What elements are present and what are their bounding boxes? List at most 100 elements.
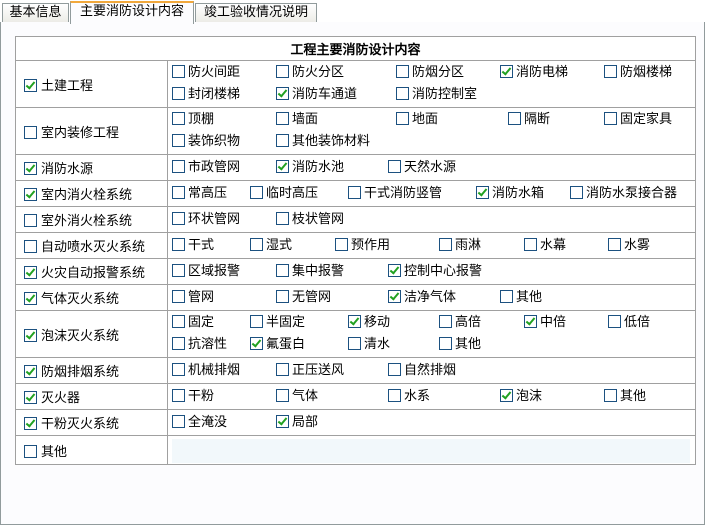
- checkbox-unchecked-icon[interactable]: [172, 289, 185, 303]
- category-checkbox[interactable]: 室内装修工程: [24, 125, 119, 141]
- checkbox-checked-icon[interactable]: [500, 65, 513, 78]
- checkbox-unchecked-icon[interactable]: [276, 134, 289, 147]
- checkbox-unchecked-icon[interactable]: [388, 362, 401, 376]
- checkbox-unchecked-icon[interactable]: [172, 414, 185, 428]
- category-checkbox[interactable]: 其他: [24, 444, 67, 460]
- checkbox-unchecked-icon[interactable]: [500, 289, 513, 303]
- option-checkbox[interactable]: 正压送风: [276, 360, 344, 382]
- checkbox-unchecked-icon[interactable]: [24, 444, 37, 458]
- option-checkbox[interactable]: 环状管网: [172, 209, 240, 231]
- option-checkbox[interactable]: 市政管网: [172, 157, 240, 179]
- checkbox-unchecked-icon[interactable]: [348, 337, 361, 350]
- option-checkbox[interactable]: 半固定: [250, 312, 305, 334]
- category-checkbox[interactable]: 泡沫灭火系统: [24, 328, 119, 344]
- option-checkbox[interactable]: 消防水泵接合器: [570, 183, 677, 205]
- checkbox-unchecked-icon[interactable]: [508, 112, 521, 125]
- option-checkbox[interactable]: 消防车通道: [276, 84, 357, 106]
- checkbox-unchecked-icon[interactable]: [172, 362, 185, 376]
- option-checkbox[interactable]: 消防电梯: [500, 62, 568, 84]
- category-checkbox[interactable]: 防烟排烟系统: [24, 365, 119, 380]
- option-checkbox[interactable]: 装饰织物: [172, 131, 240, 153]
- option-checkbox[interactable]: 干式消防竖管: [348, 183, 442, 205]
- checkbox-unchecked-icon[interactable]: [396, 87, 409, 100]
- option-checkbox[interactable]: 气体: [276, 386, 318, 408]
- checkbox-unchecked-icon[interactable]: [608, 315, 621, 328]
- checkbox-unchecked-icon[interactable]: [570, 185, 583, 199]
- option-checkbox[interactable]: 局部: [276, 412, 318, 434]
- other-input[interactable]: [172, 439, 690, 463]
- checkbox-unchecked-icon[interactable]: [172, 263, 185, 277]
- category-checkbox[interactable]: 气体灭火系统: [24, 292, 119, 307]
- checkbox-unchecked-icon[interactable]: [172, 211, 185, 225]
- checkbox-unchecked-icon[interactable]: [24, 240, 37, 253]
- option-checkbox[interactable]: 防烟楼梯: [604, 62, 672, 84]
- checkbox-unchecked-icon[interactable]: [24, 125, 37, 139]
- option-checkbox[interactable]: 地面: [396, 109, 438, 131]
- option-checkbox[interactable]: 其他: [604, 386, 646, 408]
- option-checkbox[interactable]: 自然排烟: [388, 360, 456, 382]
- option-checkbox[interactable]: 消防水池: [276, 157, 344, 179]
- checkbox-unchecked-icon[interactable]: [335, 237, 348, 251]
- checkbox-unchecked-icon[interactable]: [604, 388, 617, 402]
- checkbox-unchecked-icon[interactable]: [172, 159, 185, 173]
- checkbox-unchecked-icon[interactable]: [388, 159, 401, 173]
- checkbox-unchecked-icon[interactable]: [524, 237, 537, 251]
- category-checkbox[interactable]: 土建工程: [24, 78, 93, 94]
- option-checkbox[interactable]: 干式: [172, 235, 214, 257]
- option-checkbox[interactable]: 全淹没: [172, 412, 227, 434]
- category-checkbox[interactable]: 灭火器: [24, 391, 80, 406]
- option-checkbox[interactable]: 低倍: [608, 312, 650, 334]
- option-checkbox[interactable]: 湿式: [250, 235, 292, 257]
- category-checkbox[interactable]: 室内消火栓系统: [24, 188, 132, 203]
- checkbox-unchecked-icon[interactable]: [604, 112, 617, 125]
- option-checkbox[interactable]: 清水: [348, 334, 390, 356]
- option-checkbox[interactable]: 预作用: [335, 235, 390, 257]
- option-checkbox[interactable]: 防烟分区: [396, 62, 464, 84]
- category-checkbox[interactable]: 火灾自动报警系统: [24, 266, 145, 281]
- option-checkbox[interactable]: 固定: [172, 312, 214, 334]
- checkbox-unchecked-icon[interactable]: [250, 237, 263, 251]
- checkbox-checked-icon[interactable]: [24, 365, 37, 378]
- checkbox-unchecked-icon[interactable]: [250, 185, 263, 199]
- option-checkbox[interactable]: 集中报警: [276, 261, 344, 283]
- option-checkbox[interactable]: 无管网: [276, 287, 331, 309]
- checkbox-checked-icon[interactable]: [276, 159, 289, 173]
- option-checkbox[interactable]: 其他: [439, 334, 481, 356]
- option-checkbox[interactable]: 区域报警: [172, 261, 240, 283]
- checkbox-unchecked-icon[interactable]: [172, 87, 185, 100]
- checkbox-checked-icon[interactable]: [348, 315, 361, 328]
- checkbox-unchecked-icon[interactable]: [608, 237, 621, 251]
- tab-basic-info[interactable]: 基本信息: [2, 3, 69, 23]
- checkbox-checked-icon[interactable]: [24, 391, 37, 404]
- option-checkbox[interactable]: 氟蛋白: [250, 334, 305, 356]
- checkbox-checked-icon[interactable]: [476, 185, 489, 199]
- option-checkbox[interactable]: 高倍: [439, 312, 481, 334]
- option-checkbox[interactable]: 中倍: [524, 312, 566, 334]
- option-checkbox[interactable]: 水雾: [608, 235, 650, 257]
- option-checkbox[interactable]: 机械排烟: [172, 360, 240, 382]
- checkbox-checked-icon[interactable]: [24, 162, 37, 175]
- checkbox-checked-icon[interactable]: [524, 315, 537, 328]
- checkbox-unchecked-icon[interactable]: [172, 237, 185, 251]
- checkbox-unchecked-icon[interactable]: [172, 112, 185, 125]
- option-checkbox[interactable]: 消防控制室: [396, 84, 477, 106]
- checkbox-unchecked-icon[interactable]: [439, 237, 452, 251]
- checkbox-checked-icon[interactable]: [24, 78, 37, 92]
- category-checkbox[interactable]: 室外消火栓系统: [24, 214, 132, 229]
- checkbox-unchecked-icon[interactable]: [396, 65, 409, 78]
- checkbox-checked-icon[interactable]: [388, 263, 401, 277]
- checkbox-unchecked-icon[interactable]: [348, 185, 361, 199]
- option-checkbox[interactable]: 封闭楼梯: [172, 84, 240, 106]
- option-checkbox[interactable]: 管网: [172, 287, 214, 309]
- option-checkbox[interactable]: 天然水源: [388, 157, 456, 179]
- checkbox-unchecked-icon[interactable]: [250, 315, 263, 328]
- checkbox-checked-icon[interactable]: [276, 87, 289, 100]
- option-checkbox[interactable]: 消防水箱: [476, 183, 544, 205]
- category-checkbox[interactable]: 干粉灭火系统: [24, 417, 119, 432]
- checkbox-checked-icon[interactable]: [500, 388, 513, 402]
- option-checkbox[interactable]: 抗溶性: [172, 334, 227, 356]
- option-checkbox[interactable]: 顶棚: [172, 109, 214, 131]
- option-checkbox[interactable]: 洁净气体: [388, 287, 456, 309]
- tab-acceptance-notes[interactable]: 竣工验收情况说明: [195, 3, 317, 23]
- option-checkbox[interactable]: 控制中心报警: [388, 261, 482, 283]
